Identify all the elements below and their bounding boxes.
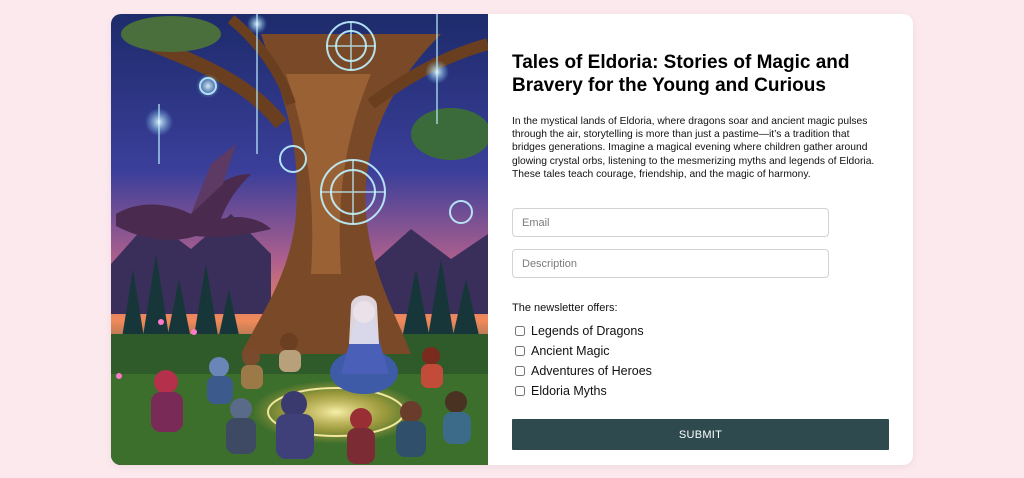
option-ancient-magic[interactable]: Ancient Magic [515, 343, 610, 359]
option-label: Legends of Dragons [531, 324, 644, 338]
option-legends-of-dragons[interactable]: Legends of Dragons [515, 323, 644, 339]
checkbox-eldoria-myths[interactable] [515, 386, 525, 396]
article-title: Tales of Eldoria: Stories of Magic and B… [512, 52, 850, 96]
checkbox-legends-of-dragons[interactable] [515, 326, 525, 336]
option-adventures-of-heroes[interactable]: Adventures of Heroes [515, 363, 652, 379]
email-field[interactable] [512, 208, 829, 237]
option-label: Adventures of Heroes [531, 364, 652, 378]
checkbox-adventures-of-heroes[interactable] [515, 366, 525, 376]
newsletter-card: Tales of Eldoria: Stories of Magic and B… [111, 14, 913, 465]
article-description: In the mystical lands of Eldoria, where … [512, 116, 875, 180]
option-label: Eldoria Myths [531, 384, 607, 398]
description-field[interactable] [512, 249, 829, 278]
submit-button[interactable]: SUBMIT [512, 419, 889, 450]
option-eldoria-myths[interactable]: Eldoria Myths [515, 383, 607, 399]
option-label: Ancient Magic [531, 344, 610, 358]
checkbox-ancient-magic[interactable] [515, 346, 525, 356]
hero-illustration [111, 14, 488, 465]
offers-label: The newsletter offers: [512, 302, 618, 314]
